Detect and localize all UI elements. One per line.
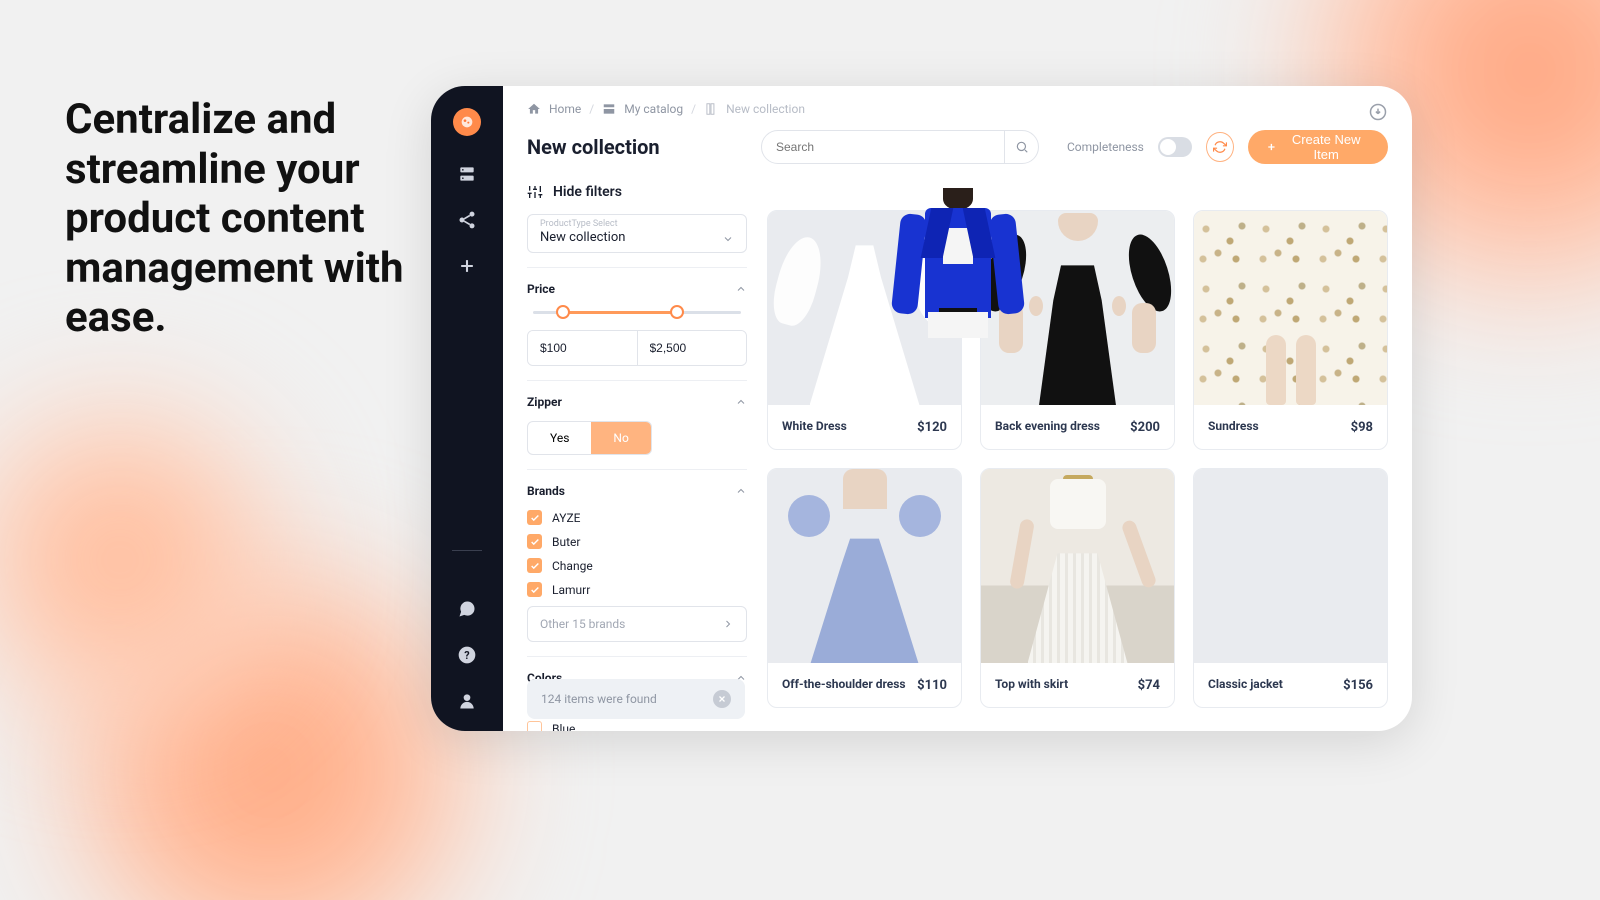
product-card[interactable]: Classic jacket $156 (1193, 468, 1388, 708)
product-price: $98 (1351, 420, 1373, 435)
breadcrumb-catalog[interactable]: My catalog (624, 102, 683, 116)
refresh-button[interactable] (1206, 132, 1233, 162)
price-filter: Price (527, 267, 747, 366)
price-slider-max-handle[interactable] (670, 305, 684, 319)
checkbox-label: Lamurr (552, 583, 590, 597)
product-price: $120 (917, 420, 947, 435)
breadcrumb-home[interactable]: Home (549, 102, 581, 116)
checkbox[interactable] (527, 582, 542, 597)
search-input[interactable] (762, 140, 1004, 154)
product-price: $200 (1130, 420, 1160, 435)
checkbox-label: Buter (552, 535, 580, 549)
chat-icon[interactable] (457, 599, 477, 619)
product-card[interactable]: Sundress $98 (1193, 210, 1388, 450)
zipper-yes[interactable]: Yes (528, 422, 591, 454)
zipper-no[interactable]: No (591, 422, 650, 454)
search-box (761, 130, 1039, 164)
sliders-icon (527, 184, 543, 200)
checkbox[interactable] (527, 510, 542, 525)
collection-icon (704, 102, 718, 116)
toast-close-button[interactable] (713, 690, 731, 708)
brands-filter-header[interactable]: Brands (527, 484, 747, 498)
brands-filter: Brands AYZE Buter Change Lamurr Other 15 br… (527, 469, 747, 642)
zipper-filter: Zipper Yes No (527, 380, 747, 455)
create-new-item-button[interactable]: Create New Item (1248, 130, 1388, 164)
filter-checkbox-row[interactable]: Change (527, 558, 747, 573)
results-toast: 124 items were found (527, 679, 745, 719)
side-nav: ? (431, 86, 503, 731)
product-name: White Dress (782, 419, 847, 435)
filter-checkbox-row[interactable]: Blue (527, 721, 747, 731)
breadcrumb-current: New collection (726, 102, 805, 116)
filter-checkbox-row[interactable]: Buter (527, 534, 747, 549)
product-name: Classic jacket (1208, 677, 1283, 693)
plus-icon (1266, 141, 1277, 153)
price-slider-min-handle[interactable] (556, 305, 570, 319)
price-filter-header[interactable]: Price (527, 282, 747, 296)
product-card[interactable]: Off-the-shoulder dress $110 (767, 468, 962, 708)
checkbox-label: Blue (552, 722, 575, 732)
checkbox-label: AYZE (552, 511, 581, 525)
checkbox[interactable] (527, 558, 542, 573)
breadcrumb: Home / My catalog / New collection (503, 86, 1412, 124)
marketing-headline: Centralize and streamline your product c… (65, 95, 405, 343)
completeness-label: Completeness (1067, 140, 1144, 154)
other-brands-select[interactable]: Other 15 brands (527, 606, 747, 642)
checkbox[interactable] (527, 534, 542, 549)
product-type-select[interactable]: ProductType Select New collection (527, 214, 747, 253)
product-name: Off-the-shoulder dress (782, 677, 906, 693)
header-bar: New collection Completeness Create New I… (503, 124, 1412, 178)
share-icon[interactable] (457, 210, 477, 230)
product-name: Back evening dress (995, 419, 1100, 435)
catalog-icon (602, 102, 616, 116)
chevron-up-icon (735, 396, 747, 408)
close-icon (717, 694, 727, 704)
svg-text:?: ? (464, 649, 469, 662)
product-card[interactable]: Top with skirt $74 (980, 468, 1175, 708)
chevron-right-icon (722, 618, 734, 630)
price-max-input[interactable] (638, 331, 747, 365)
product-grid: White Dress $120 Back evening dress $200 S… (767, 178, 1388, 731)
zipper-filter-header[interactable]: Zipper (527, 395, 747, 409)
completeness-toggle[interactable] (1158, 137, 1192, 157)
nav-divider (452, 550, 482, 551)
product-price: $110 (917, 678, 947, 693)
user-icon[interactable] (457, 691, 477, 711)
app-window: ? Home / My catalog / New collection New… (431, 86, 1412, 731)
chevron-up-icon (735, 283, 747, 295)
filters-panel: Hide filters ProductType Select New coll… (527, 178, 747, 731)
filter-checkbox-row[interactable]: Lamurr (527, 582, 747, 597)
product-name: Sundress (1208, 419, 1259, 435)
product-price: $156 (1343, 678, 1373, 693)
checkbox[interactable] (527, 721, 542, 731)
price-min-input[interactable] (528, 331, 637, 365)
main-content: Home / My catalog / New collection New c… (503, 86, 1412, 731)
product-price: $74 (1138, 678, 1160, 693)
chevron-up-icon (735, 485, 747, 497)
brand-logo[interactable] (453, 108, 481, 136)
plus-icon[interactable] (457, 256, 477, 276)
download-icon[interactable] (1368, 102, 1388, 122)
home-icon (527, 102, 541, 116)
database-icon[interactable] (457, 164, 477, 184)
checkbox-label: Change (552, 559, 593, 573)
page-title: New collection (527, 135, 747, 159)
zipper-segmented: Yes No (527, 421, 652, 455)
price-slider[interactable] (533, 308, 741, 316)
filter-checkbox-row[interactable]: AYZE (527, 510, 747, 525)
product-name: Top with skirt (995, 677, 1068, 693)
search-button[interactable] (1004, 130, 1038, 164)
help-icon[interactable]: ? (457, 645, 477, 665)
chevron-down-icon (722, 233, 734, 245)
hide-filters-toggle[interactable]: Hide filters (527, 178, 747, 214)
